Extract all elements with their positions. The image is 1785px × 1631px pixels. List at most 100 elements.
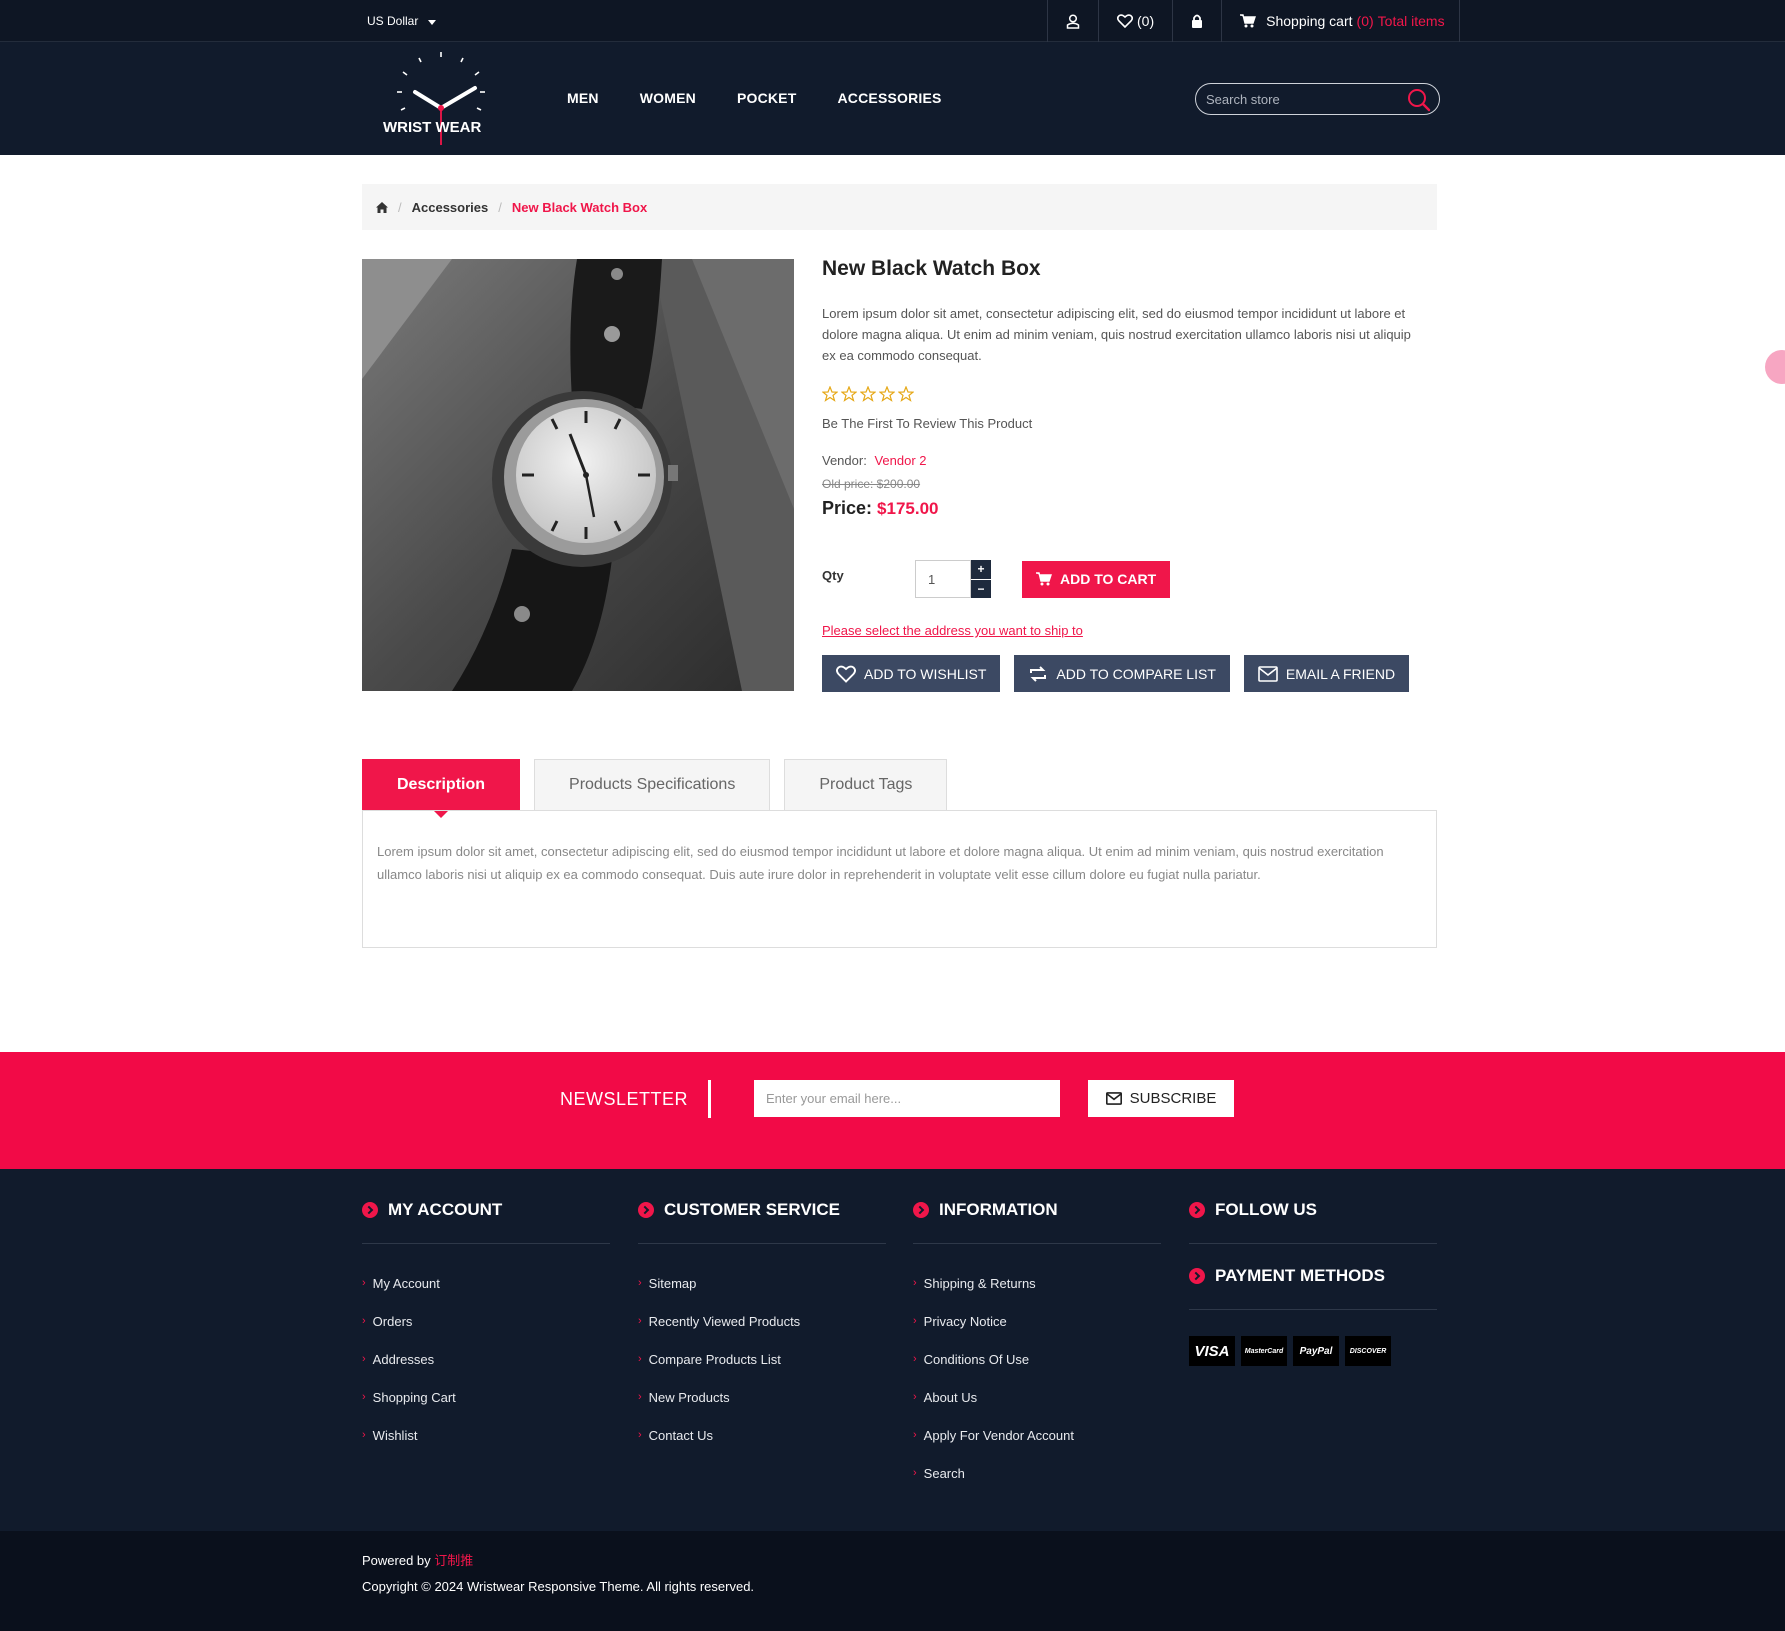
footer-link[interactable]: › Recently Viewed Products [638, 1302, 886, 1340]
footer-link-text: Wishlist [372, 1427, 418, 1443]
floating-widget-button[interactable] [1765, 350, 1785, 384]
footer [0, 1169, 1785, 1531]
newsletter-title: NEWSLETTER [560, 1089, 689, 1109]
breadcrumb-current: New Black Watch Box [511, 199, 648, 215]
chevron-right-icon: › [913, 1429, 917, 1441]
footer-heading: CUSTOMER SERVICE [638, 1200, 886, 1244]
footer-link[interactable]: › Sitemap [638, 1264, 886, 1302]
search-button[interactable] [1407, 88, 1431, 112]
footer-bottom [0, 1531, 1785, 1631]
footer-heading: MY ACCOUNT [362, 1200, 610, 1244]
envelope-icon [1105, 1092, 1122, 1105]
footer-link[interactable]: › Privacy Notice [913, 1302, 1161, 1340]
top-bar: US Dollar (0) Shopping cart (0) Total ite… [0, 0, 1785, 42]
nav-item-pocket[interactable]: POCKET [737, 90, 797, 106]
compare-icon [1030, 665, 1047, 682]
wishlist-link[interactable]: (0) [1099, 0, 1174, 42]
divider [708, 1080, 711, 1118]
quantity-input[interactable]: 1 [915, 560, 971, 598]
footer-link[interactable]: › Shopping Cart [362, 1378, 610, 1416]
tab-tags[interactable]: Product Tags [784, 759, 948, 811]
footer-heading-text: CUSTOMER SERVICE [664, 1200, 841, 1219]
footer-link-text: Contact Us [648, 1427, 713, 1443]
qty-increase-button[interactable]: + [971, 560, 991, 579]
footer-col-information: INFORMATION › Shipping & Returns › Privacy… [913, 1200, 1161, 1492]
footer-link[interactable]: › Wishlist [362, 1416, 610, 1454]
heart-icon [836, 665, 856, 683]
add-to-cart-label: ADD TO CART [1060, 571, 1157, 587]
price-label: Price: [822, 498, 873, 518]
chevron-right-icon: › [638, 1353, 642, 1365]
home-icon[interactable] [376, 201, 388, 213]
old-price: Old price: $200.00 [822, 477, 921, 491]
shopping-cart-link[interactable]: Shopping cart (0) Total items [1222, 0, 1458, 42]
add-to-wishlist-button[interactable]: ADD TO WISHLIST [822, 655, 1001, 692]
footer-link[interactable]: › Contact Us [638, 1416, 886, 1454]
product-image[interactable] [362, 259, 794, 691]
powered-by-link[interactable]: 订制推 [434, 1553, 473, 1568]
footer-link[interactable]: › Conditions Of Use [913, 1340, 1161, 1378]
breadcrumb-category[interactable]: Accessories [412, 200, 489, 215]
ship-address-link[interactable]: Please select the address you want to sh… [822, 623, 1083, 638]
nav-item-women[interactable]: WOMEN [640, 90, 696, 106]
footer-link[interactable]: › Addresses [362, 1340, 610, 1378]
footer-link[interactable]: › Orders [362, 1302, 610, 1340]
chevron-right-icon: › [913, 1277, 917, 1289]
chevron-right-icon: › [362, 1353, 366, 1365]
footer-col-follow: FOLLOW US PAYMENT METHODS VISA MasterCar… [1189, 1200, 1437, 1366]
footer-link[interactable]: › Search [913, 1454, 1161, 1492]
tab-specifications[interactable]: Products Specifications [534, 759, 771, 811]
payment-methods: VISA MasterCard PayPal DISCOVER [1189, 1336, 1437, 1366]
footer-link[interactable]: › Apply For Vendor Account [913, 1416, 1161, 1454]
product-title: New Black Watch Box [822, 257, 1041, 280]
star-icon [841, 386, 857, 402]
cart-icon [1036, 572, 1052, 586]
footer-link[interactable]: › New Products [638, 1378, 886, 1416]
breadcrumb: / Accessories / New Black Watch Box [362, 184, 1437, 230]
qty-decrease-button[interactable]: − [971, 578, 991, 598]
nav-item-accessories[interactable]: ACCESSORIES [837, 90, 941, 106]
chevron-right-icon: › [362, 1315, 366, 1327]
footer-col-customer-service: CUSTOMER SERVICE › Sitemap › Recently View… [638, 1200, 886, 1454]
search-input[interactable] [1196, 91, 1396, 107]
product-tabs: Description Products Specifications Prod… [362, 759, 948, 818]
discover-icon: DISCOVER [1345, 1336, 1391, 1366]
email-friend-button[interactable]: EMAIL A FRIEND [1243, 655, 1410, 692]
cart-icon [1240, 14, 1257, 28]
star-icon [822, 386, 838, 402]
footer-link[interactable]: › Compare Products List [638, 1340, 886, 1378]
newsletter-section: NEWSLETTER SUBSCRIBE [0, 1052, 1785, 1169]
footer-heading-text: PAYMENT METHODS [1215, 1266, 1386, 1285]
review-link[interactable]: Be The First To Review This Product [822, 416, 1442, 431]
paypal-icon: PayPal [1293, 1336, 1339, 1366]
login-link[interactable] [1173, 0, 1223, 42]
chevron-right-icon: › [362, 1277, 366, 1289]
footer-link[interactable]: › Shipping & Returns [913, 1264, 1161, 1302]
footer-link[interactable]: › About Us [913, 1378, 1161, 1416]
chevron-circle-icon [1189, 1202, 1205, 1218]
footer-link[interactable]: › My Account [362, 1264, 610, 1302]
chevron-right-icon: › [913, 1467, 917, 1479]
currency-selector[interactable]: US Dollar [367, 14, 437, 28]
chevron-right-icon: › [913, 1391, 917, 1403]
subscribe-button[interactable]: SUBSCRIBE [1088, 1080, 1234, 1117]
newsletter-email-input[interactable] [754, 1080, 1060, 1117]
add-to-cart-button[interactable]: ADD TO CART [1022, 560, 1171, 598]
product-short-description: Lorem ipsum dolor sit amet, consectetur … [822, 306, 1411, 363]
add-to-compare-button[interactable]: ADD TO COMPARE LIST [1014, 655, 1230, 692]
compare-button-label: ADD TO COMPARE LIST [1056, 665, 1216, 682]
vendor-row: Vendor: Vendor 2 [822, 453, 1442, 468]
price-value: $175.00 [877, 499, 939, 518]
chevron-right-icon: › [638, 1315, 642, 1327]
email-button-label: EMAIL A FRIEND [1285, 665, 1396, 682]
tab-description[interactable]: Description [362, 759, 521, 818]
account-link[interactable] [1048, 0, 1099, 42]
logo[interactable]: WRIST WEAR [383, 50, 499, 145]
chevron-right-icon: › [362, 1391, 366, 1403]
vendor-link[interactable]: Vendor 2 [874, 453, 926, 468]
star-icon [879, 386, 895, 402]
watch-photo [362, 259, 794, 691]
nav-item-men[interactable]: MEN [567, 90, 599, 106]
chevron-right-icon: › [913, 1315, 917, 1327]
chevron-right-icon: › [638, 1277, 642, 1289]
